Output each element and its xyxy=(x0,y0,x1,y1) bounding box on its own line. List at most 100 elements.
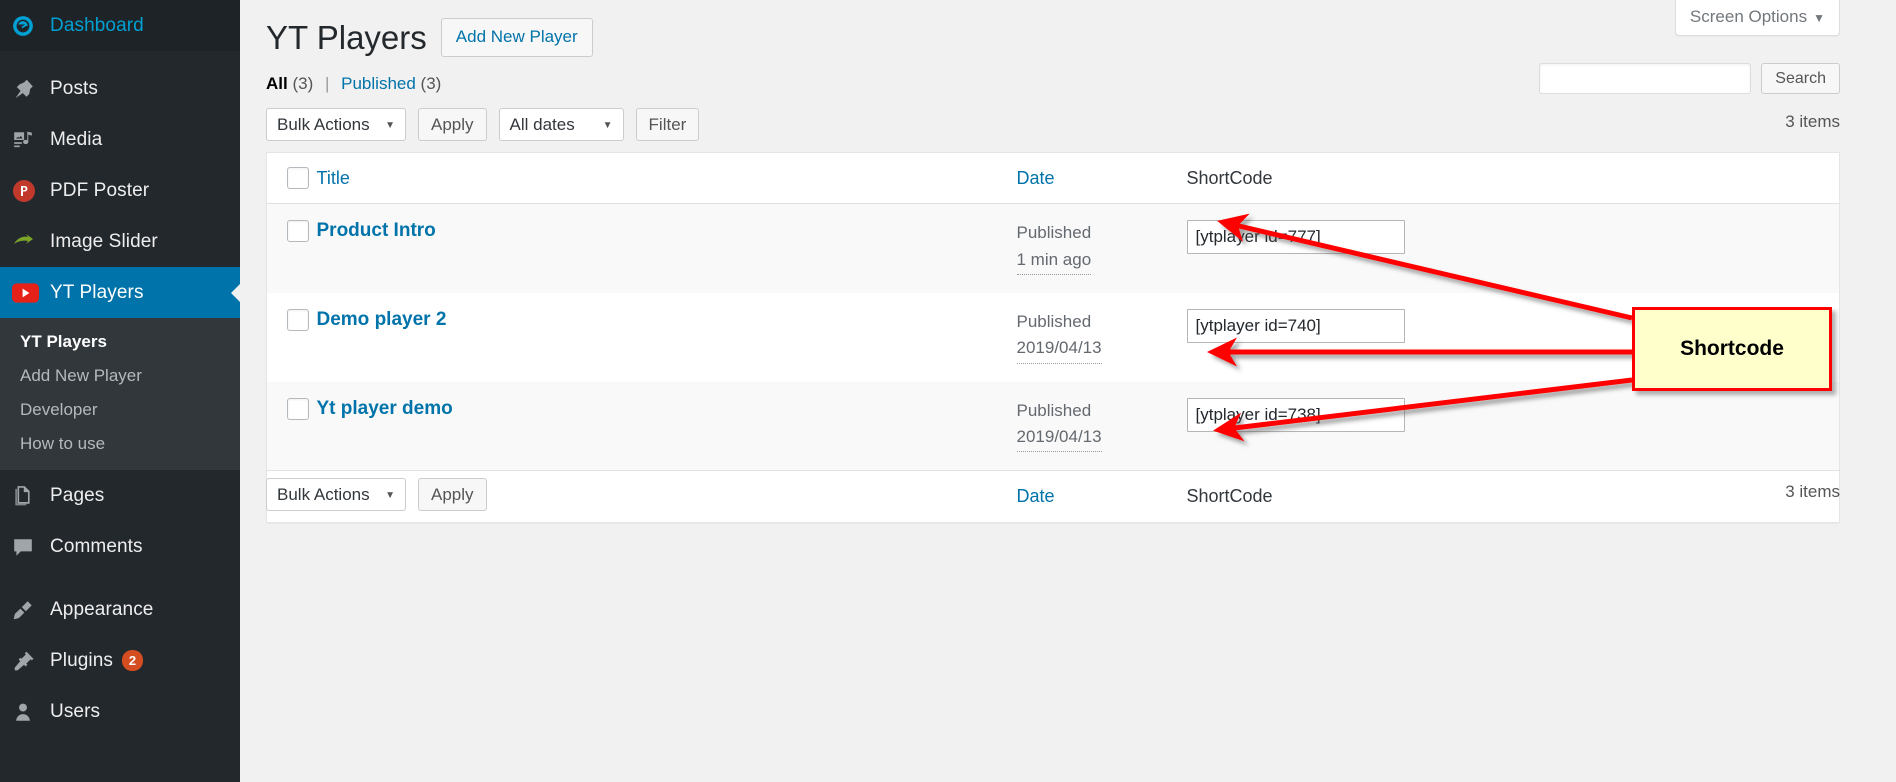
row-shortcode-cell xyxy=(1187,293,1840,382)
players-table: Title Date ShortCode Product In xyxy=(266,152,1840,523)
screen-options-toggle[interactable]: Screen Options▼ xyxy=(1675,0,1840,36)
main-content: Screen Options▼ YT Players Add New Playe… xyxy=(240,0,1896,782)
row-title-cell: Yt player demo xyxy=(317,382,1017,471)
bulk-actions-select-top[interactable]: Bulk Actions ▼ xyxy=(266,108,406,141)
row-checkbox[interactable] xyxy=(287,398,309,420)
chevron-down-icon: ▼ xyxy=(385,491,395,501)
column-label-shortcode: ShortCode xyxy=(1187,168,1273,188)
status-filter-links: All (3) | Published (3) xyxy=(266,74,441,94)
pdf-icon xyxy=(12,179,50,203)
sidebar-item-label: Image Slider xyxy=(50,231,158,253)
admin-sidebar: Dashboard Posts Media PDF Poster I xyxy=(0,0,240,782)
submenu-item-add-new-player[interactable]: Add New Player xyxy=(0,359,240,393)
row-checkbox[interactable] xyxy=(287,220,309,242)
row-title-cell: Product Intro xyxy=(317,204,1017,293)
row-select-cell xyxy=(267,382,317,471)
table-body: Product Intro Published 1 min ago xyxy=(267,204,1840,471)
filter-link-all[interactable]: All xyxy=(266,74,288,93)
row-select-cell xyxy=(267,204,317,293)
sidebar-item-pages[interactable]: Pages xyxy=(0,470,240,521)
shortcode-input[interactable] xyxy=(1187,220,1405,254)
row-status: Published xyxy=(1017,223,1092,242)
pin-icon xyxy=(12,78,50,100)
submenu-item-yt-players[interactable]: YT Players xyxy=(0,325,240,359)
search-input[interactable] xyxy=(1539,63,1751,94)
table-foot: Title Date ShortCode xyxy=(267,471,1840,522)
sidebar-item-label: Plugins xyxy=(50,650,113,672)
table-head: Title Date ShortCode xyxy=(267,153,1840,204)
date-filter-select[interactable]: All dates ▼ xyxy=(499,108,624,141)
filter-link-published[interactable]: Published xyxy=(341,74,416,93)
row-date-cell: Published 2019/04/13 xyxy=(1017,382,1187,471)
submenu-item-how-to-use[interactable]: How to use xyxy=(0,427,240,461)
youtube-icon xyxy=(12,283,50,303)
add-new-player-button[interactable]: Add New Player xyxy=(441,18,593,57)
chevron-down-icon: ▼ xyxy=(1813,11,1825,25)
plug-icon xyxy=(12,650,50,672)
filter-count-all: (3) xyxy=(292,74,313,93)
table-row: Product Intro Published 1 min ago xyxy=(267,204,1840,293)
bulk-actions-select-bottom[interactable]: Bulk Actions ▼ xyxy=(266,478,406,511)
sort-by-date-link-bottom[interactable]: Date xyxy=(1017,486,1055,506)
player-title-link[interactable]: Demo player 2 xyxy=(317,309,447,330)
sidebar-item-label: Users xyxy=(50,701,100,723)
row-status: Published xyxy=(1017,312,1092,331)
apply-button-top[interactable]: Apply xyxy=(418,108,487,141)
column-header-title: Title xyxy=(317,153,1017,204)
chevron-down-icon: ▼ xyxy=(603,121,613,131)
sidebar-item-dashboard[interactable]: Dashboard xyxy=(0,0,240,51)
search-area: Search xyxy=(1539,63,1840,94)
shortcode-input[interactable] xyxy=(1187,309,1405,343)
filter-button[interactable]: Filter xyxy=(636,108,700,141)
player-title-link[interactable]: Product Intro xyxy=(317,220,436,241)
sidebar-item-pdf-poster[interactable]: PDF Poster xyxy=(0,165,240,216)
bulk-actions-value: Bulk Actions xyxy=(277,485,370,505)
table-header-row: Title Date ShortCode xyxy=(267,153,1840,204)
sidebar-item-label: YT Players xyxy=(50,282,144,304)
sidebar-item-label: Media xyxy=(50,129,102,151)
table-row: Demo player 2 Published 2019/04/13 xyxy=(267,293,1840,382)
apply-button-bottom[interactable]: Apply xyxy=(418,478,487,511)
sidebar-item-plugins[interactable]: Plugins 2 xyxy=(0,635,240,686)
pages-icon xyxy=(12,485,50,507)
sort-by-date-link[interactable]: Date xyxy=(1017,168,1055,188)
column-label-shortcode-bottom: ShortCode xyxy=(1187,486,1273,506)
sidebar-divider-2 xyxy=(0,572,240,584)
table-row: Yt player demo Published 2019/04/13 xyxy=(267,382,1840,471)
sidebar-item-image-slider[interactable]: Image Slider xyxy=(0,216,240,267)
plugins-update-badge: 2 xyxy=(122,650,143,671)
sidebar-submenu-yt-players: YT Players Add New Player Developer How … xyxy=(0,318,240,470)
dashboard-icon xyxy=(12,15,50,37)
wordpress-admin-screen: Dashboard Posts Media PDF Poster I xyxy=(0,0,1896,782)
items-count-bottom: 3 items xyxy=(1785,482,1840,502)
chevron-down-icon: ▼ xyxy=(385,121,395,131)
column-header-date: Date xyxy=(1017,153,1187,204)
row-date: 1 min ago xyxy=(1017,247,1092,275)
sidebar-item-posts[interactable]: Posts xyxy=(0,63,240,114)
player-title-link[interactable]: Yt player demo xyxy=(317,398,453,419)
filter-separator: | xyxy=(325,74,329,93)
filter-count-published: (3) xyxy=(421,74,442,93)
sidebar-item-users[interactable]: Users xyxy=(0,686,240,737)
tablenav-top: Bulk Actions ▼ Apply All dates ▼ Filter xyxy=(266,108,699,141)
select-all-header xyxy=(267,153,317,204)
submenu-item-developer[interactable]: Developer xyxy=(0,393,240,427)
row-date: 2019/04/13 xyxy=(1017,335,1102,363)
row-title-cell: Demo player 2 xyxy=(317,293,1017,382)
sort-by-title-link[interactable]: Title xyxy=(317,168,350,188)
sidebar-item-yt-players[interactable]: YT Players xyxy=(0,267,240,318)
sidebar-item-media[interactable]: Media xyxy=(0,114,240,165)
sidebar-item-appearance[interactable]: Appearance xyxy=(0,584,240,635)
page-title-area: YT Players Add New Player xyxy=(266,18,593,58)
row-select-cell xyxy=(267,293,317,382)
tablenav-bottom: Bulk Actions ▼ Apply xyxy=(266,478,487,511)
comment-icon xyxy=(12,536,50,558)
shortcode-input[interactable] xyxy=(1187,398,1405,432)
row-checkbox[interactable] xyxy=(287,309,309,331)
sidebar-divider xyxy=(0,51,240,63)
sidebar-item-comments[interactable]: Comments xyxy=(0,521,240,572)
page-title: YT Players xyxy=(266,18,427,58)
column-footer-shortcode: ShortCode xyxy=(1187,471,1840,522)
select-all-checkbox-top[interactable] xyxy=(287,167,309,189)
search-button[interactable]: Search xyxy=(1761,63,1840,94)
